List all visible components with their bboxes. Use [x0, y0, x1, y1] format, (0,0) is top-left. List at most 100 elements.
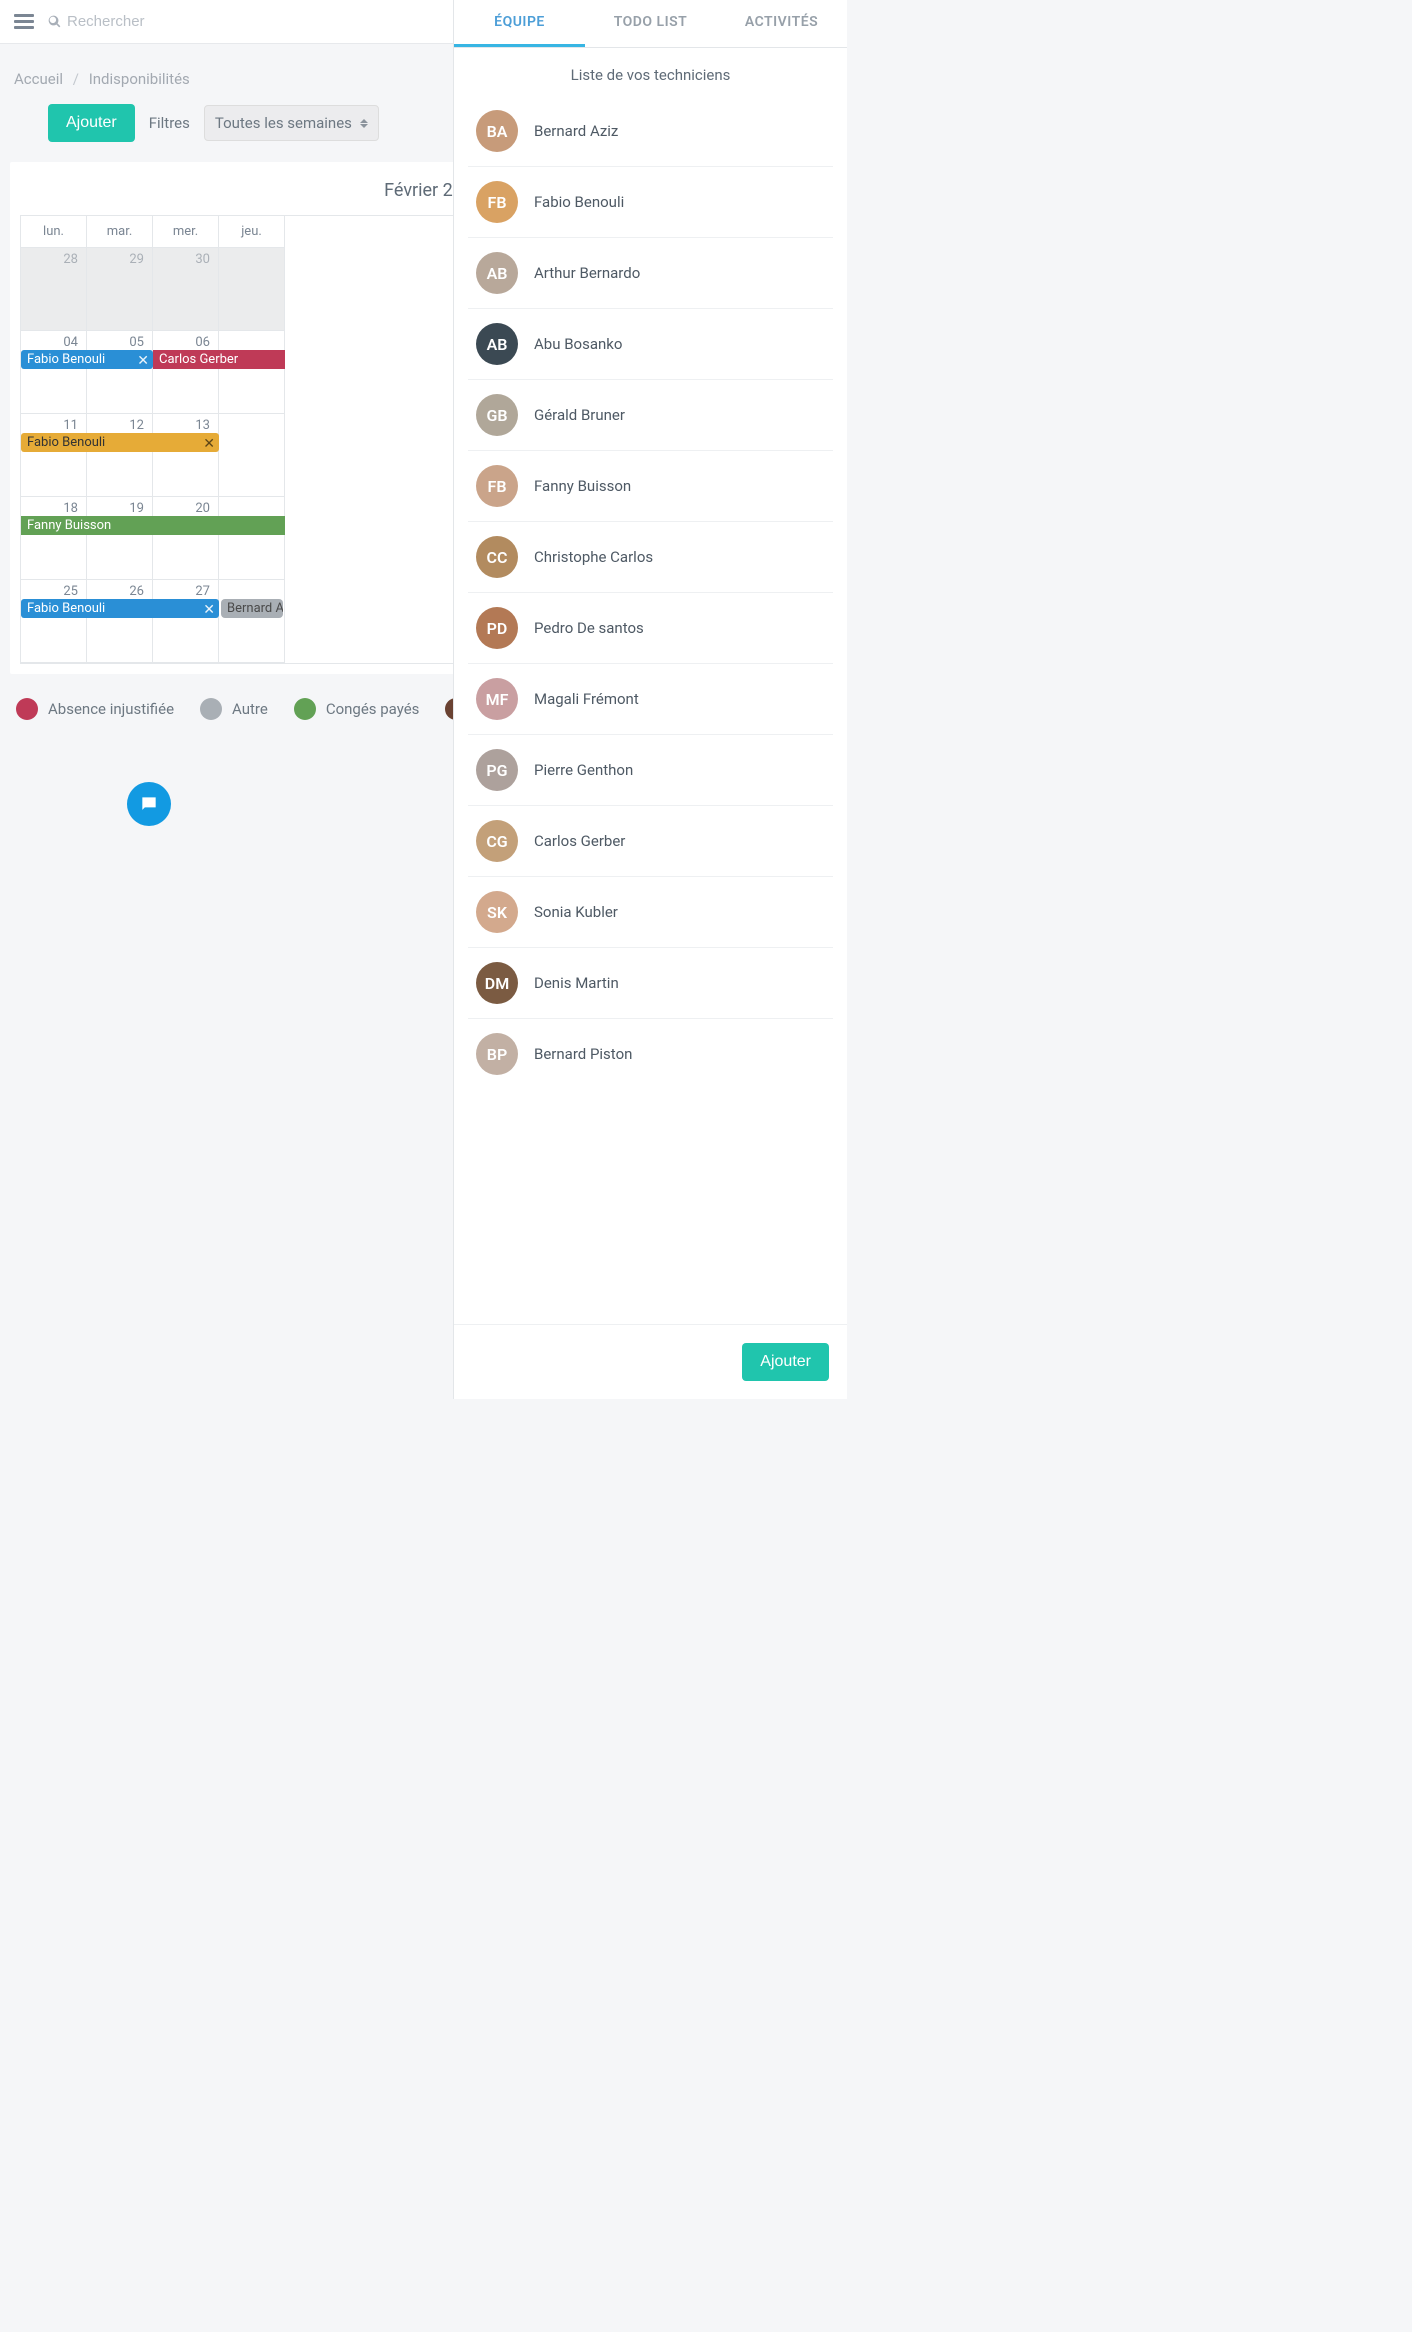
calendar-day-header: jeu. — [219, 216, 285, 248]
calendar-cell[interactable] — [219, 248, 285, 331]
week-filter-select[interactable]: Toutes les semaines — [204, 105, 379, 141]
technician-item[interactable]: BABernard Aziz — [468, 96, 833, 166]
filters-label: Filtres — [149, 114, 190, 132]
calendar-event[interactable]: Fabio Benouli✕ — [21, 350, 153, 369]
side-tab[interactable]: Todo List — [585, 0, 716, 47]
calendar-cell[interactable] — [219, 331, 285, 414]
calendar-cell[interactable]: 26 — [87, 580, 153, 663]
technician-item[interactable]: GB Gérald Bruner — [468, 379, 833, 450]
technician-name: Denis Martin — [534, 974, 619, 992]
search-icon — [48, 15, 61, 28]
technician-item[interactable]: PG Pierre Genthon — [468, 734, 833, 805]
technician-item[interactable]: CG Carlos Gerber — [468, 805, 833, 876]
side-panel: ÉquipeTodo ListActivités Liste de vos te… — [453, 0, 847, 1399]
technician-name: Magali Frémont — [534, 690, 639, 708]
avatar: AB — [476, 252, 518, 294]
calendar-event[interactable]: Fabio Benouli✕ — [21, 433, 219, 452]
calendar-cell[interactable]: 25 — [21, 580, 87, 663]
avatar: DM — [476, 962, 518, 1004]
technician-name: Pedro De santos — [534, 619, 644, 637]
calendar-date: 05 — [129, 335, 144, 350]
technician-item[interactable]: SK Sonia Kubler — [468, 876, 833, 947]
avatar: FB — [476, 181, 518, 223]
calendar-date: 27 — [195, 584, 210, 599]
calendar-event-label: Bernard Aziz — [227, 601, 283, 616]
technician-name: Bernard Piston — [534, 1045, 632, 1063]
technician-item[interactable]: FBFanny Buisson — [468, 450, 833, 521]
technician-name: Arthur Bernardo — [534, 264, 640, 282]
calendar-event[interactable]: Bernard Aziz — [221, 599, 283, 618]
breadcrumb-sep: / — [67, 70, 85, 88]
calendar-cell[interactable]: 28 — [21, 248, 87, 331]
technician-item[interactable]: AB Abu Bosanko — [468, 308, 833, 379]
calendar-date: 28 — [63, 252, 78, 267]
calendar-cell[interactable]: 19 — [87, 497, 153, 580]
technician-name: Bernard Aziz — [534, 122, 618, 140]
side-tab[interactable]: Activités — [716, 0, 847, 47]
calendar-cell[interactable]: 27 — [153, 580, 219, 663]
calendar-date: 30 — [195, 252, 210, 267]
breadcrumb-home[interactable]: Accueil — [14, 70, 63, 88]
calendar-cell[interactable]: 11 — [21, 414, 87, 497]
calendar-date: 19 — [129, 501, 144, 516]
chat-fab-button[interactable] — [127, 782, 171, 826]
add-button[interactable]: Ajouter — [48, 104, 135, 142]
avatar: SK — [476, 891, 518, 933]
legend-label: Congés payés — [326, 700, 420, 718]
calendar-event-label: Carlos Gerber — [159, 352, 238, 367]
avatar: GB — [476, 394, 518, 436]
calendar-cell[interactable]: 13 — [153, 414, 219, 497]
calendar-cell[interactable]: 18 — [21, 497, 87, 580]
chevron-updown-icon — [360, 119, 368, 128]
calendar-cell[interactable]: 12 — [87, 414, 153, 497]
technician-name: Gérald Bruner — [534, 406, 625, 424]
legend-swatch — [16, 698, 38, 720]
calendar-event[interactable]: Fabio Benouli✕ — [21, 599, 219, 618]
avatar: CG — [476, 820, 518, 862]
calendar-event[interactable]: Carlos Gerber — [153, 350, 285, 369]
calendar-cell[interactable]: 30 — [153, 248, 219, 331]
technician-name: Carlos Gerber — [534, 832, 625, 850]
calendar-cell[interactable]: 06 — [153, 331, 219, 414]
avatar: PG — [476, 749, 518, 791]
calendar-event[interactable]: Fanny Buisson — [21, 516, 285, 535]
close-icon[interactable]: ✕ — [203, 435, 215, 452]
legend-swatch — [200, 698, 222, 720]
legend-item: Congés payés — [294, 698, 420, 720]
calendar-date: 13 — [195, 418, 210, 433]
technician-item[interactable]: PDPedro De santos — [468, 592, 833, 663]
search-input[interactable] — [67, 13, 266, 30]
technician-item[interactable]: FBFabio Benouli — [468, 166, 833, 237]
calendar-cell[interactable]: 04 — [21, 331, 87, 414]
calendar-cell[interactable]: 05 — [87, 331, 153, 414]
side-panel-title: Liste de vos techniciens — [454, 48, 847, 96]
avatar: CC — [476, 536, 518, 578]
technician-name: Abu Bosanko — [534, 335, 622, 353]
calendar-cell[interactable]: 29 — [87, 248, 153, 331]
calendar-cell[interactable] — [219, 580, 285, 663]
hamburger-menu-icon[interactable] — [14, 14, 34, 29]
calendar-cell[interactable] — [219, 497, 285, 580]
calendar-date: 26 — [129, 584, 144, 599]
technician-name: Pierre Genthon — [534, 761, 633, 779]
avatar: AB — [476, 323, 518, 365]
technician-item[interactable]: MFMagali Frémont — [468, 663, 833, 734]
technician-name: Fanny Buisson — [534, 477, 631, 495]
calendar-date: 29 — [129, 252, 144, 267]
technician-item[interactable]: AB Arthur Bernardo — [468, 237, 833, 308]
close-icon[interactable]: ✕ — [137, 352, 149, 369]
side-tab[interactable]: Équipe — [454, 0, 585, 47]
technician-item[interactable]: CCChristophe Carlos — [468, 521, 833, 592]
calendar-cell[interactable] — [219, 414, 285, 497]
legend-item: Absence injustifiée — [16, 698, 174, 720]
side-add-button[interactable]: Ajouter — [742, 1343, 829, 1381]
technician-item[interactable]: DM Denis Martin — [468, 947, 833, 1018]
calendar-event-label: Fanny Buisson — [27, 518, 111, 533]
breadcrumb-current: Indisponibilités — [89, 70, 190, 88]
chat-icon — [139, 794, 159, 814]
technician-item[interactable]: BPBernard Piston — [468, 1018, 833, 1089]
close-icon[interactable]: ✕ — [203, 601, 215, 618]
technician-name: Sonia Kubler — [534, 903, 618, 921]
calendar-cell[interactable]: 20 — [153, 497, 219, 580]
calendar-date: 04 — [63, 335, 78, 350]
